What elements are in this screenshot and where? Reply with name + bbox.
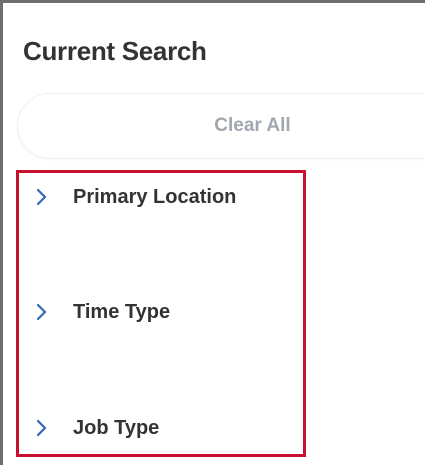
chevron-right-icon	[36, 303, 47, 321]
facet-time-type[interactable]: Time Type	[35, 297, 170, 327]
current-search-panel: Current Search Clear All Primary Locatio…	[0, 0, 425, 465]
facet-job-type[interactable]: Job Type	[35, 413, 159, 443]
facet-label: Job Type	[73, 416, 160, 439]
facet-label: Primary Location	[73, 185, 237, 208]
clear-all-button[interactable]: Clear All	[17, 93, 425, 159]
chevron-right-icon	[36, 419, 47, 437]
chevron-right-icon	[36, 188, 47, 206]
panel-title: Current Search	[23, 36, 207, 66]
facet-label: Time Type	[73, 300, 171, 323]
facet-primary-location[interactable]: Primary Location	[35, 182, 236, 212]
